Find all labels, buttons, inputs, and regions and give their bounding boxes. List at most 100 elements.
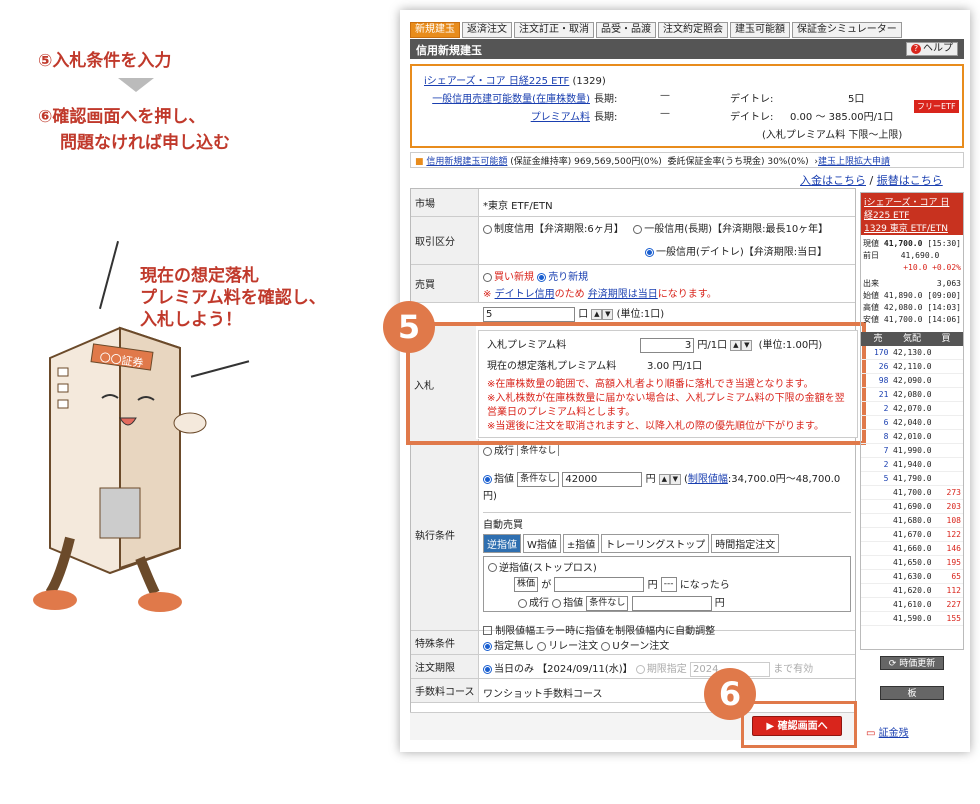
tab-margin-simulator[interactable]: 保証金シミュレーター <box>792 22 902 38</box>
exec-label: 執行条件 <box>411 439 479 631</box>
deposit-link[interactable]: 入金はこちら <box>800 174 866 187</box>
expiry-label: 注文期限 <box>411 655 479 679</box>
board-price: 42,080.0 <box>893 390 932 399</box>
tab-repay-order[interactable]: 返済注文 <box>462 22 512 38</box>
market-cond-select[interactable]: 条件なし <box>517 443 560 456</box>
free-etf-badge: フリーETF <box>914 100 959 113</box>
quote-code-link[interactable]: 1329 東京 ETF/ETN <box>864 224 948 234</box>
radio-relay[interactable] <box>537 641 547 651</box>
stop-price-input[interactable] <box>554 577 645 592</box>
prev-label: 前日 <box>863 251 879 260</box>
tab-position-capacity[interactable]: 建玉可能額 <box>730 22 790 38</box>
special-opt2: リレー注文 <box>548 641 599 652</box>
product-code: (1329) <box>572 76 606 87</box>
step6-line1: ⑥確認画面へを押し、 <box>38 107 206 127</box>
price-limit-link[interactable]: 制限値幅 <box>688 474 728 485</box>
board-price: 42,010.0 <box>893 432 932 441</box>
radio-uturn[interactable] <box>601 641 611 651</box>
highlight-step5 <box>406 322 866 445</box>
limit-cond-select[interactable]: 条件なし <box>517 471 560 487</box>
radio-limit[interactable] <box>483 474 492 484</box>
board-sell <box>861 584 890 597</box>
side-cell: 買い新規 売り新規 ※ デイトレ信用のため 弁済期限は当日になります。 <box>479 265 855 303</box>
tab-time-order[interactable]: 時間指定注文 <box>711 533 780 553</box>
daytrade-link[interactable]: デイトレ信用 <box>495 289 555 300</box>
tab-new-position[interactable]: 新規建玉 <box>410 22 460 38</box>
expiry-today: 当日のみ 【2024/09/11(水)】 <box>494 664 633 675</box>
quote-name-link-2[interactable]: 経225 ETF <box>864 211 909 221</box>
help-button[interactable]: ? ヘルプ <box>906 42 958 56</box>
tab-trailing[interactable]: トレーリングストップ <box>601 533 710 553</box>
tab-pm-limit[interactable]: ±指値 <box>562 533 600 553</box>
repay-deadline-link[interactable]: 弁済期限は当日 <box>588 289 658 300</box>
stock-qty-link[interactable]: 一般信用売建可能数量(在庫株数量) <box>432 94 590 105</box>
board-sell: 5 <box>883 474 889 483</box>
tab-order-inquiry[interactable]: 注文約定照会 <box>658 22 728 38</box>
board-row: 2 42,070.0 <box>861 402 963 416</box>
qty-input[interactable]: 5 <box>483 306 575 322</box>
radio-stop[interactable] <box>488 563 497 572</box>
stop-limit-select[interactable]: 条件なし <box>586 595 629 611</box>
radio-special-none[interactable] <box>483 641 492 651</box>
radio-stop-market[interactable] <box>518 598 527 608</box>
product-name-link[interactable]: iシェアーズ・コア 日経225 ETF <box>424 76 569 87</box>
tab-order-modify[interactable]: 注文訂正・取消 <box>514 22 594 38</box>
board-sell <box>861 486 890 499</box>
current-time: [15:30] <box>927 239 961 248</box>
step5-text: ⑤入札条件を入力 <box>38 51 172 71</box>
refresh-button[interactable]: ⟳ 時価更新 <box>880 656 944 670</box>
tab-delivery[interactable]: 品受・品渡 <box>596 22 656 38</box>
radio-buy[interactable] <box>483 272 492 282</box>
qty-up-icon[interactable]: ▲ <box>591 308 603 320</box>
board-sell <box>861 514 890 527</box>
daytrade-value-1: 5口 <box>848 94 865 105</box>
radio-seido[interactable] <box>483 224 492 234</box>
qty-down-icon[interactable]: ▼ <box>602 308 614 320</box>
yen-unit: 円 <box>645 474 656 485</box>
radio-ippan-long[interactable] <box>633 224 643 234</box>
board-buy: 195 <box>946 558 961 567</box>
help-label: ヘルプ <box>923 43 953 54</box>
special-label: 特殊条件 <box>411 631 479 655</box>
stop-market-label: 成行 <box>529 598 549 609</box>
board-buy: 65 <box>951 572 961 581</box>
board-sell-head: 売 <box>873 334 883 344</box>
market-order-label: 成行 <box>494 446 514 456</box>
tab-stop[interactable]: 逆指値 <box>483 533 521 553</box>
board-buy <box>934 458 963 471</box>
radio-stop-limit[interactable] <box>552 598 562 608</box>
radio-sell[interactable] <box>537 272 547 282</box>
refresh-label: 時価更新 <box>899 659 936 669</box>
quote-name-link[interactable]: iシェアーズ・コア 日 <box>864 198 949 208</box>
stop-trigger-select[interactable]: 株価 <box>514 577 539 592</box>
board-row: 41,680.0 108 <box>861 514 963 528</box>
high-value: 42,080.0 <box>883 303 923 312</box>
limit-price-input[interactable]: 42000 <box>562 471 643 487</box>
credit-capacity-link[interactable]: 信用新規建玉可能額 <box>426 157 507 167</box>
stop-limit-input[interactable] <box>631 595 712 611</box>
radio-date[interactable] <box>635 664 645 674</box>
board-sell <box>861 528 890 541</box>
limit-expand-link[interactable]: 建玉上限拡大申請 <box>818 157 890 167</box>
shoken-zan-link[interactable]: 証金残 <box>879 728 909 739</box>
shoken-link-wrap: ▭ 証金残 <box>866 724 909 739</box>
transfer-link[interactable]: 振替はこちら <box>877 174 943 187</box>
price-up-icon[interactable]: ▲ <box>658 473 670 485</box>
radio-market[interactable] <box>483 446 492 456</box>
current-value: 41,700.0 <box>883 239 923 248</box>
price-down-icon[interactable]: ▼ <box>669 473 681 485</box>
radio-ippan-daytrade[interactable] <box>645 247 654 257</box>
period-label-2: 長期: <box>594 112 618 123</box>
board-row: 41,620.0 112 <box>861 584 963 598</box>
board-sell: 7 <box>883 446 889 455</box>
board-price: 41,700.0 <box>893 488 932 497</box>
stop-cond-select[interactable]: --- <box>660 577 677 592</box>
daytrade-note: (入札プレミアム料 下限～上限) <box>762 130 903 141</box>
board-sell: 2 <box>883 460 889 469</box>
board-buy: 108 <box>946 516 961 525</box>
premium-fee-link[interactable]: プレミアム料 <box>531 112 590 123</box>
tab-w-limit[interactable]: W指値 <box>523 533 561 553</box>
board-price: 41,660.0 <box>893 544 932 553</box>
radio-today[interactable] <box>483 664 492 674</box>
board-button[interactable]: 板 <box>880 686 944 700</box>
